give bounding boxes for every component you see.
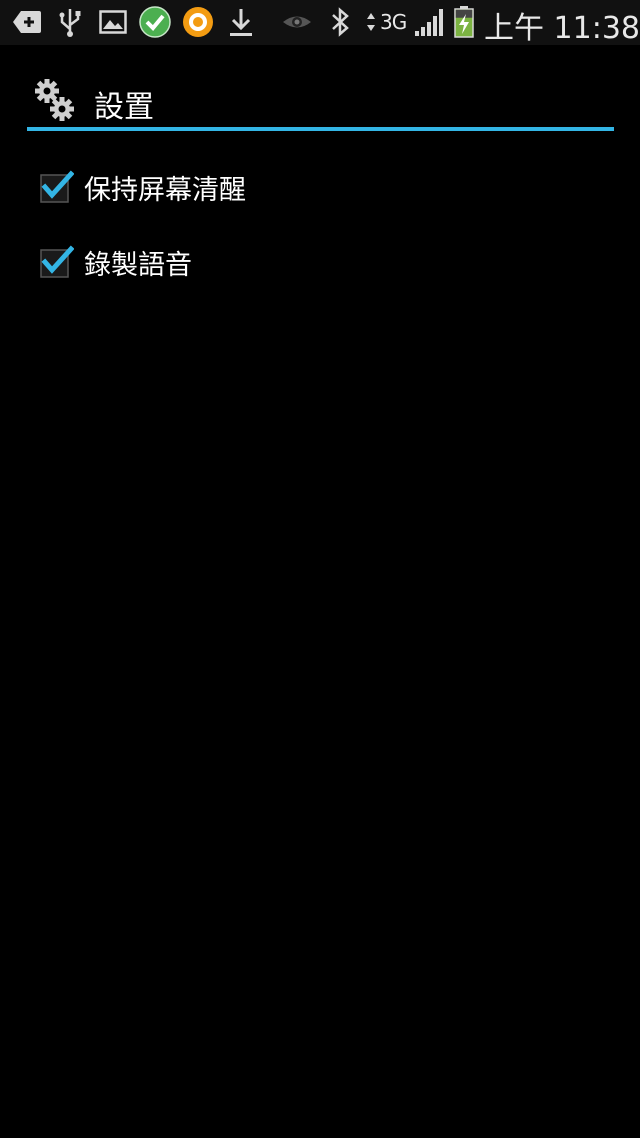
pref-keep-screen-awake[interactable]: 保持屏幕清醒: [27, 152, 614, 224]
battery-charging-icon: [447, 5, 481, 39]
bluetooth-icon: [323, 5, 357, 39]
status-bar: 3G 上午 11:38: [0, 0, 640, 46]
add-box-icon: [10, 5, 44, 39]
checkbox-checked-icon[interactable]: [40, 245, 75, 278]
page-title: 設置: [94, 90, 154, 125]
pref-label: 錄製語音: [84, 250, 192, 281]
settings-header: 設置: [28, 70, 613, 128]
header-divider: [27, 127, 614, 131]
settings-gears-icon: [34, 78, 76, 122]
pref-label: 保持屏幕清醒: [84, 175, 246, 206]
data-arrows-icon: [362, 5, 380, 39]
image-icon: [96, 5, 130, 39]
signal-icon: [412, 5, 446, 39]
checkbox-checked-icon[interactable]: [40, 170, 75, 203]
eye-icon: [280, 5, 314, 39]
check-circle-icon: [138, 5, 172, 39]
pref-record-audio[interactable]: 錄製語音: [27, 227, 614, 299]
network-type: 3G: [380, 10, 407, 34]
clock: 上午 11:38: [484, 11, 640, 46]
orange-app-icon: [181, 5, 215, 39]
download-icon: [224, 5, 258, 39]
usb-icon: [53, 5, 87, 39]
